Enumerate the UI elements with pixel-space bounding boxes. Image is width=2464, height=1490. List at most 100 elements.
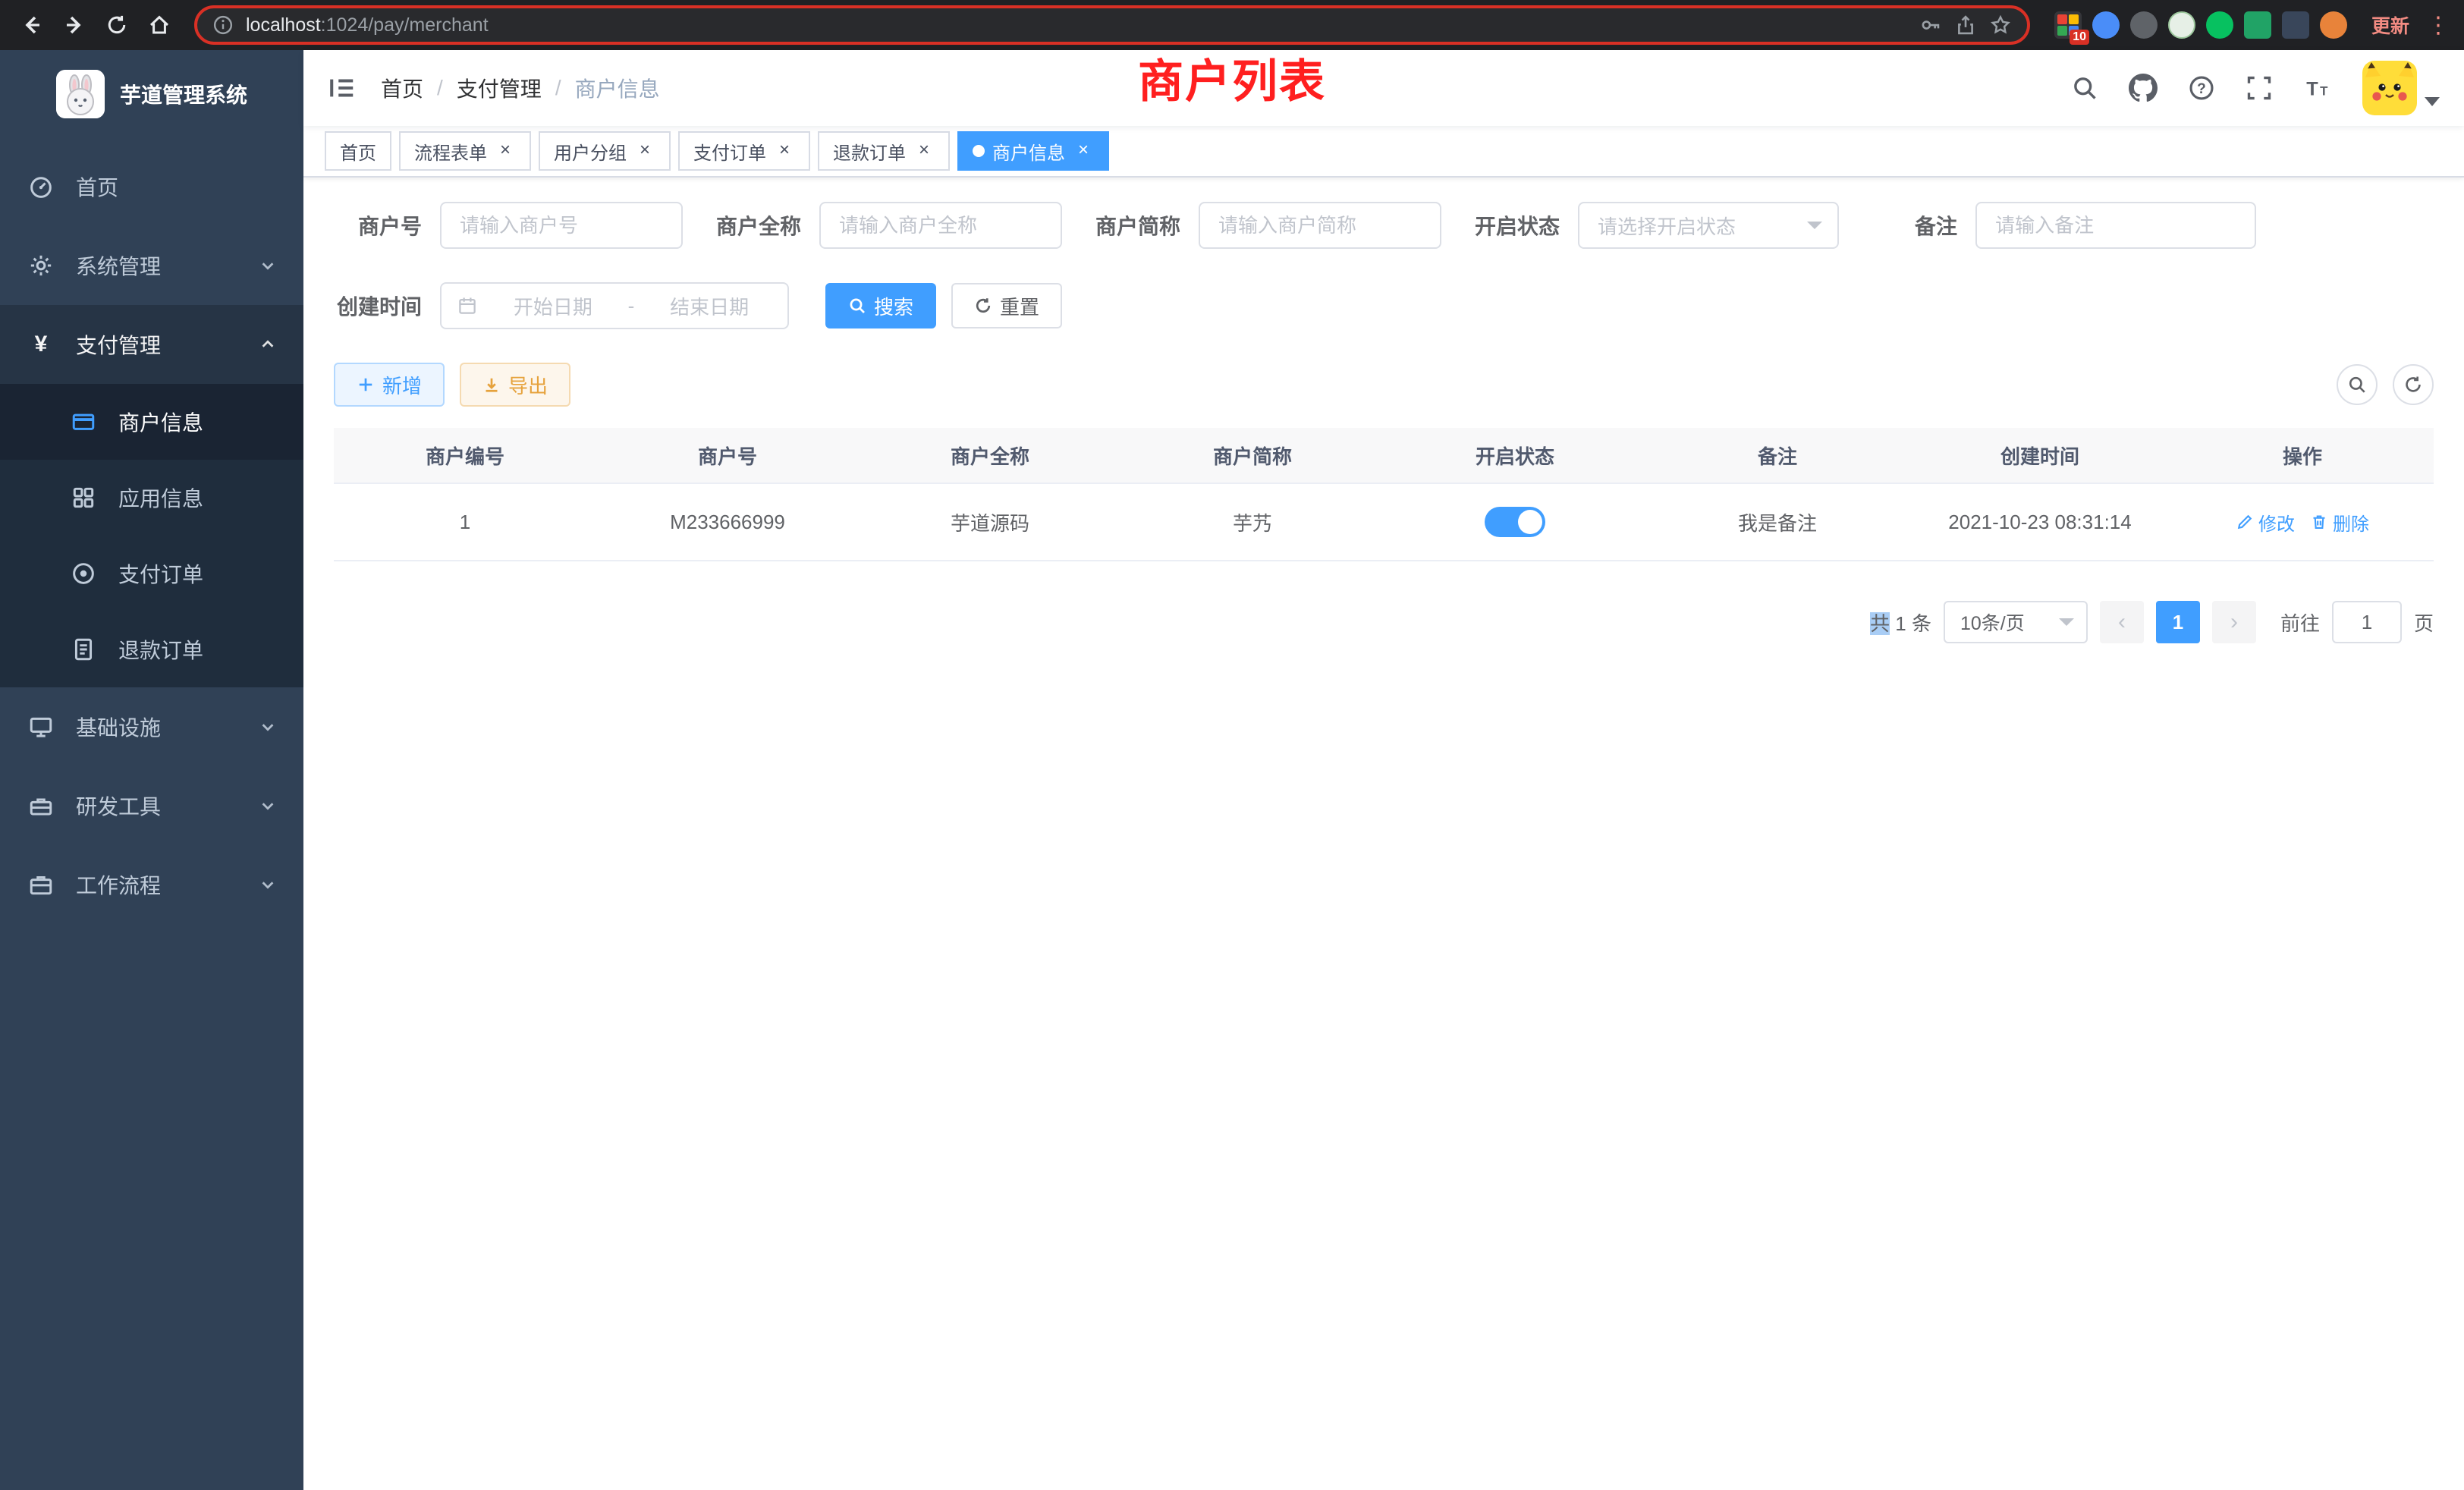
current-page-button[interactable]: 1 <box>2156 601 2200 643</box>
merchant-no-input[interactable] <box>440 202 683 249</box>
sidebar-item-refund-order[interactable]: 退款订单 <box>0 611 303 687</box>
chevron-down-icon <box>1807 222 1822 229</box>
tab-process-form[interactable]: 流程表单× <box>399 131 531 171</box>
font-size-icon[interactable]: TT <box>2303 74 2332 102</box>
reset-button[interactable]: 重置 <box>951 283 1062 328</box>
site-info-icon[interactable] <box>212 14 234 36</box>
create-time-range[interactable]: 开始日期 - 结束日期 <box>440 282 789 329</box>
filter-label-status: 开启状态 <box>1475 210 1560 240</box>
password-key-icon[interactable] <box>1919 14 1942 36</box>
chevron-down-icon <box>259 718 276 735</box>
sidebar-item-label: 应用信息 <box>118 483 276 513</box>
close-icon[interactable]: × <box>913 140 935 162</box>
sidebar-item-system[interactable]: 系统管理 <box>0 226 303 305</box>
sidebar-item-label: 支付订单 <box>118 558 276 589</box>
tab-pay-order[interactable]: 支付订单× <box>678 131 810 171</box>
browser-update-button[interactable]: 更新 <box>2359 7 2422 43</box>
browser-extensions: 10 <box>2054 11 2347 39</box>
sidebar-item-payment[interactable]: ¥ 支付管理 <box>0 305 303 384</box>
prev-page-button[interactable]: ‹ <box>2100 601 2144 643</box>
address-bar[interactable]: localhost:1024/pay/merchant <box>194 5 2030 45</box>
goto-page-input[interactable] <box>2332 601 2402 643</box>
close-icon[interactable]: × <box>495 140 516 162</box>
refresh-table-button[interactable] <box>2393 364 2434 405</box>
tab-merchant-info[interactable]: 商户信息 × <box>957 131 1109 171</box>
filter-row-1: 商户号 商户全称 商户简称 开启状态 请选择开启状态 <box>334 202 2434 249</box>
status-select[interactable]: 请选择开启状态 <box>1578 202 1839 249</box>
sidebar-item-label: 研发工具 <box>76 791 238 821</box>
share-icon[interactable] <box>1954 14 1977 36</box>
sidebar-item-app-info[interactable]: 应用信息 <box>0 460 303 536</box>
sidebar-item-workflow[interactable]: 工作流程 <box>0 845 303 924</box>
breadcrumb: 首页 / 支付管理 / 商户信息 <box>381 73 660 103</box>
help-icon[interactable]: ? <box>2188 74 2215 102</box>
browser-forward-icon[interactable] <box>55 5 94 45</box>
github-icon[interactable] <box>2129 74 2158 102</box>
status-toggle[interactable] <box>1485 507 1545 537</box>
chevron-down-icon <box>259 257 276 274</box>
hamburger-icon[interactable] <box>328 74 357 102</box>
search-icon <box>848 297 866 315</box>
export-button[interactable]: 导出 <box>460 363 570 407</box>
app-logo[interactable]: 芋道管理系统 <box>0 50 303 138</box>
extension-icon-7[interactable] <box>2282 11 2309 39</box>
sidebar-item-home[interactable]: 首页 <box>0 147 303 226</box>
sidebar-item-pay-order[interactable]: 支付订单 <box>0 536 303 611</box>
toggle-search-button[interactable] <box>2337 364 2378 405</box>
edit-button[interactable]: 修改 <box>2236 509 2295 536</box>
sidebar-item-devtools[interactable]: 研发工具 <box>0 766 303 845</box>
sidebar-item-label: 支付管理 <box>76 329 238 360</box>
sidebar-item-label: 退款订单 <box>118 634 276 665</box>
table-header-actions: 操作 <box>2171 442 2434 470</box>
browser-refresh-icon[interactable] <box>97 5 137 45</box>
dashboard-icon <box>27 174 55 200</box>
breadcrumb-home[interactable]: 首页 <box>381 73 423 103</box>
extension-icon-6[interactable] <box>2244 11 2271 39</box>
table-header-remark: 备注 <box>1646 442 1909 470</box>
browser-menu-icon[interactable]: ⋮ <box>2425 12 2452 39</box>
user-avatar[interactable] <box>2362 61 2440 115</box>
short-name-input[interactable] <box>1199 202 1441 249</box>
extension-icon-8[interactable] <box>2320 11 2347 39</box>
extension-icon-1[interactable]: 10 <box>2054 11 2082 39</box>
extension-icon-3[interactable] <box>2130 11 2158 39</box>
credit-card-icon <box>70 409 97 435</box>
full-name-input[interactable] <box>819 202 1062 249</box>
tab-home[interactable]: 首页 <box>325 131 391 171</box>
close-icon[interactable]: × <box>1073 140 1094 162</box>
add-button[interactable]: 新增 <box>334 363 445 407</box>
cell-merchant-no: M233666999 <box>596 511 859 534</box>
tab-label: 退款订单 <box>833 138 906 165</box>
breadcrumb-separator: / <box>437 76 443 100</box>
sidebar-item-merchant-info[interactable]: 商户信息 <box>0 384 303 460</box>
document-icon <box>70 637 97 662</box>
total-count-highlight: 共 <box>1870 612 1890 635</box>
extension-icon-4[interactable] <box>2168 11 2195 39</box>
delete-button-label: 删除 <box>2333 509 2369 536</box>
merchant-table: 商户编号 商户号 商户全称 商户简称 开启状态 备注 创建时间 操作 1 M23… <box>334 428 2434 561</box>
next-page-button[interactable]: › <box>2212 601 2256 643</box>
sidebar-item-infrastructure[interactable]: 基础设施 <box>0 687 303 766</box>
fullscreen-icon[interactable] <box>2246 74 2273 102</box>
breadcrumb-payment[interactable]: 支付管理 <box>457 73 542 103</box>
bookmark-star-icon[interactable] <box>1989 14 2012 36</box>
close-icon[interactable]: × <box>634 140 655 162</box>
page-size-select[interactable]: 10条/页 <box>1944 601 2088 643</box>
extension-icon-5[interactable] <box>2206 11 2233 39</box>
browser-home-icon[interactable] <box>140 5 179 45</box>
tab-user-group[interactable]: 用户分组× <box>539 131 671 171</box>
search-button[interactable]: 搜索 <box>825 283 936 328</box>
close-icon[interactable]: × <box>774 140 795 162</box>
browser-chrome: localhost:1024/pay/merchant 10 <box>0 0 2464 50</box>
navbar-actions: ? TT <box>2071 61 2440 115</box>
tab-label: 商户信息 <box>992 138 1065 165</box>
breadcrumb-separator: / <box>555 76 561 100</box>
delete-button[interactable]: 删除 <box>2310 509 2369 536</box>
extension-icon-2[interactable] <box>2092 11 2120 39</box>
search-icon[interactable] <box>2071 74 2098 102</box>
table-header-short-name: 商户简称 <box>1121 442 1384 470</box>
tab-refund-order[interactable]: 退款订单 × <box>818 131 950 171</box>
browser-back-icon[interactable] <box>12 5 52 45</box>
tabs-view: 首页 流程表单× 用户分组× 支付订单× 退款订单 × 商户信息 × <box>303 126 2464 178</box>
remark-input[interactable] <box>1975 202 2256 249</box>
